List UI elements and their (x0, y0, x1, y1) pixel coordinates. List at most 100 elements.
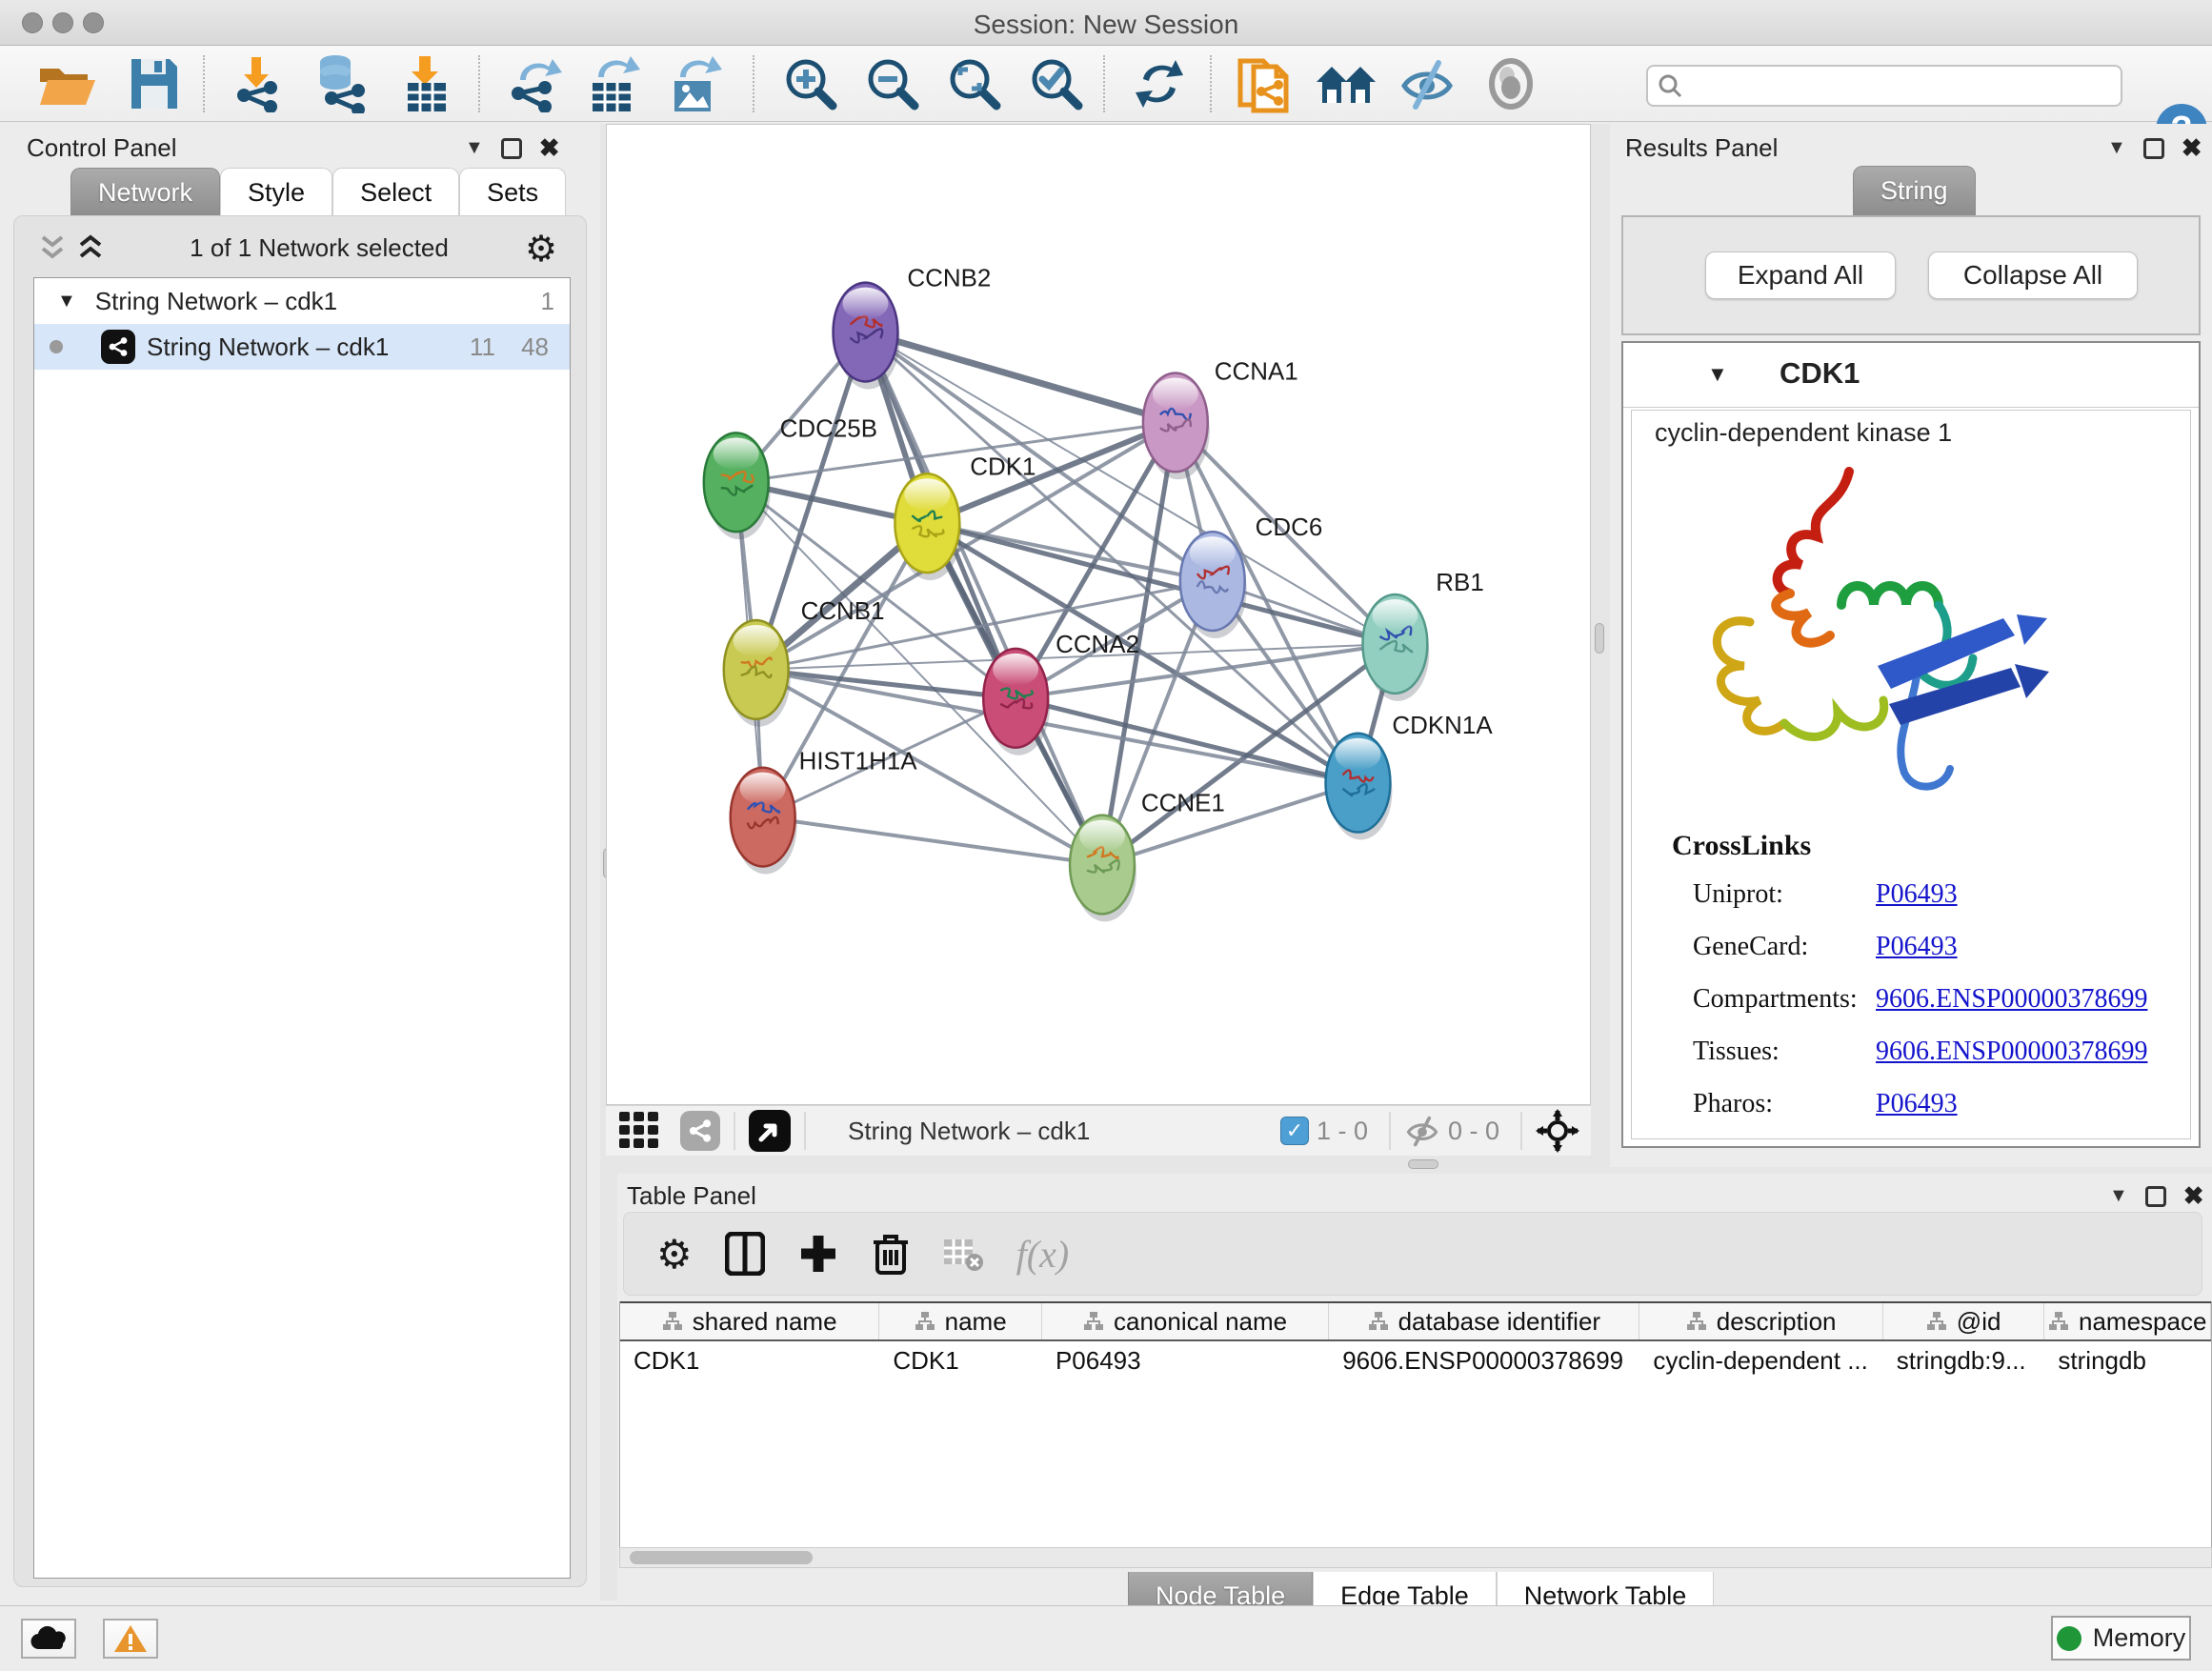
network-node-CCNA1[interactable]: CCNA1 (1143, 358, 1298, 479)
gear-icon[interactable]: ⚙ (525, 228, 557, 271)
network-node-RB1[interactable]: RB1 (1362, 570, 1483, 701)
export-network-icon[interactable] (507, 57, 562, 111)
zoom-fit-icon[interactable] (947, 57, 1002, 111)
panel-close-icon[interactable]: ✖ (539, 133, 560, 163)
tab-sets[interactable]: Sets (459, 168, 566, 217)
panel-float-icon[interactable] (2145, 1186, 2166, 1207)
panel-menu-icon[interactable]: ▼ (2107, 137, 2126, 159)
share-icon[interactable] (680, 1111, 720, 1151)
column-header-name[interactable]: name (879, 1303, 1042, 1339)
export-table-icon[interactable] (585, 57, 640, 111)
tab-style[interactable]: Style (220, 168, 332, 217)
network-node-CDKN1A[interactable]: CDKN1A (1326, 713, 1494, 840)
network-view-title: String Network – cdk1 (848, 1117, 1090, 1146)
search-field (1646, 65, 2122, 107)
title-bar: Session: New Session (0, 0, 2212, 46)
selected-checkbox-icon[interactable]: ✓ (1280, 1117, 1309, 1145)
gene-card-content: cyclin-dependent kinase 1 (1631, 410, 2191, 1139)
gene-expander-icon[interactable]: ▼ (1707, 362, 1728, 387)
network-node-CCNE1[interactable]: CCNE1 (1070, 791, 1225, 922)
table-panel-title: Table Panel (627, 1181, 756, 1211)
crosshair-icon[interactable] (1536, 1109, 1579, 1153)
hidden-eye-icon[interactable] (1404, 1115, 1440, 1147)
crosslink-pharos-link[interactable]: P06493 (1876, 1089, 1958, 1119)
toolbar-separator (753, 55, 754, 112)
table-row[interactable]: CDK1CDK1P064939606.ENSP00000378699cyclin… (620, 1341, 2211, 1379)
gear-icon[interactable]: ⚙ (656, 1231, 693, 1278)
birdseye-grid-icon[interactable] (619, 1112, 661, 1150)
panel-menu-icon[interactable]: ▼ (2109, 1185, 2128, 1207)
collapse-all-button[interactable]: Collapse All (1928, 252, 2138, 299)
network-edge[interactable] (865, 332, 1175, 423)
network-collection-row[interactable]: ▼ String Network – cdk1 1 (34, 278, 570, 324)
zoom-selected-icon[interactable] (1029, 57, 1084, 111)
crosslink-uniprot-link[interactable]: P06493 (1876, 879, 1958, 910)
crosslink-compartments-link[interactable]: 9606.ENSP00000378699 (1876, 984, 2147, 1015)
import-network-database-icon[interactable] (311, 57, 370, 111)
column-header-shared-name[interactable]: shared name (620, 1303, 879, 1339)
gene-card-header[interactable]: ▼ CDK1 (1623, 343, 2199, 408)
refresh-icon[interactable] (1132, 57, 1187, 111)
save-session-icon[interactable] (130, 57, 179, 111)
search-input[interactable] (1646, 65, 2122, 107)
collapse-all-icon[interactable] (37, 233, 70, 262)
import-table-icon[interactable] (400, 57, 453, 111)
column-header-canonical-name[interactable]: canonical name (1042, 1303, 1329, 1339)
clear-table-icon (942, 1236, 984, 1272)
hierarchy-icon (915, 1311, 935, 1332)
hide-eye-icon[interactable] (1398, 57, 1456, 111)
network-edge[interactable] (763, 817, 1102, 865)
expand-all-icon[interactable] (75, 233, 108, 262)
expand-all-button[interactable]: Expand All (1705, 252, 1896, 299)
table-header-row: shared namenamecanonical namedatabase id… (620, 1301, 2211, 1341)
network-node-CCNB1[interactable]: CCNB1 (724, 598, 885, 727)
memory-button[interactable]: Memory (2051, 1616, 2191, 1661)
column-header-namespace[interactable]: namespace (2044, 1303, 2211, 1339)
network-selection-summary: 1 of 1 Network selected (129, 233, 510, 263)
network-node-CDC25B[interactable]: CDC25B (704, 415, 877, 539)
network-canvas[interactable]: CCNB2CCNA1CDC25BCDK1CDC6RB1CCNB1CCNA2CDK… (606, 124, 1591, 1105)
network-edge[interactable] (865, 332, 1102, 865)
network-row[interactable]: String Network – cdk1 11 48 (34, 324, 570, 370)
column-header-description[interactable]: description (1639, 1303, 1882, 1339)
zoom-out-icon[interactable] (865, 57, 920, 111)
control-panel-window-icons: ▼ ✖ (465, 133, 560, 163)
crosslink-tissues-link[interactable]: 9606.ENSP00000378699 (1876, 1037, 2147, 1067)
column-header-at-id[interactable]: @id (1883, 1303, 2045, 1339)
collection-expander-icon[interactable]: ▼ (57, 291, 76, 312)
panel-menu-icon[interactable]: ▼ (465, 137, 484, 159)
cloud-icon[interactable] (21, 1619, 76, 1659)
network-edge[interactable] (927, 422, 1175, 523)
node-label-CDC6: CDC6 (1256, 514, 1323, 541)
home-pages-icon[interactable] (1315, 57, 1377, 111)
import-network-file-icon[interactable] (232, 57, 286, 111)
right-splitter[interactable] (1591, 124, 1610, 1167)
panel-close-icon[interactable]: ✖ (2183, 1181, 2204, 1211)
gene-symbol: CDK1 (1780, 356, 1860, 391)
network-view-toolbar: String Network – cdk1 ✓ 1 - 0 0 - 0 (606, 1105, 1591, 1156)
crosslink-label: GeneCard: (1693, 932, 1808, 961)
network-node-HIST1H1A[interactable]: HIST1H1A (731, 749, 918, 875)
tab-network[interactable]: Network (70, 168, 220, 217)
share-document-icon[interactable] (1235, 57, 1294, 111)
open-in-window-icon[interactable] (749, 1110, 791, 1152)
delete-icon[interactable] (872, 1231, 910, 1277)
tab-select[interactable]: Select (332, 168, 459, 217)
warning-icon[interactable] (103, 1619, 158, 1659)
open-session-icon[interactable] (36, 57, 97, 111)
columns-icon[interactable] (725, 1232, 765, 1276)
add-icon[interactable] (797, 1232, 839, 1276)
network-node-CCNB2[interactable]: CCNB2 (834, 266, 992, 390)
zoom-in-icon[interactable] (783, 57, 838, 111)
scrollbar-thumb[interactable] (630, 1551, 813, 1564)
right-splitter-handle[interactable] (1595, 623, 1604, 654)
crosslink-genecard-link[interactable]: P06493 (1876, 932, 1958, 962)
tab-string[interactable]: String (1853, 166, 1976, 215)
bottom-splitter-handle[interactable] (1408, 1159, 1438, 1169)
panel-close-icon[interactable]: ✖ (2182, 133, 2202, 163)
panel-float-icon[interactable] (2143, 138, 2164, 159)
show-eye-icon[interactable] (1482, 57, 1539, 111)
export-image-icon[interactable] (667, 57, 722, 111)
panel-float-icon[interactable] (501, 138, 522, 159)
column-header-database-identifier[interactable]: database identifier (1329, 1303, 1639, 1339)
